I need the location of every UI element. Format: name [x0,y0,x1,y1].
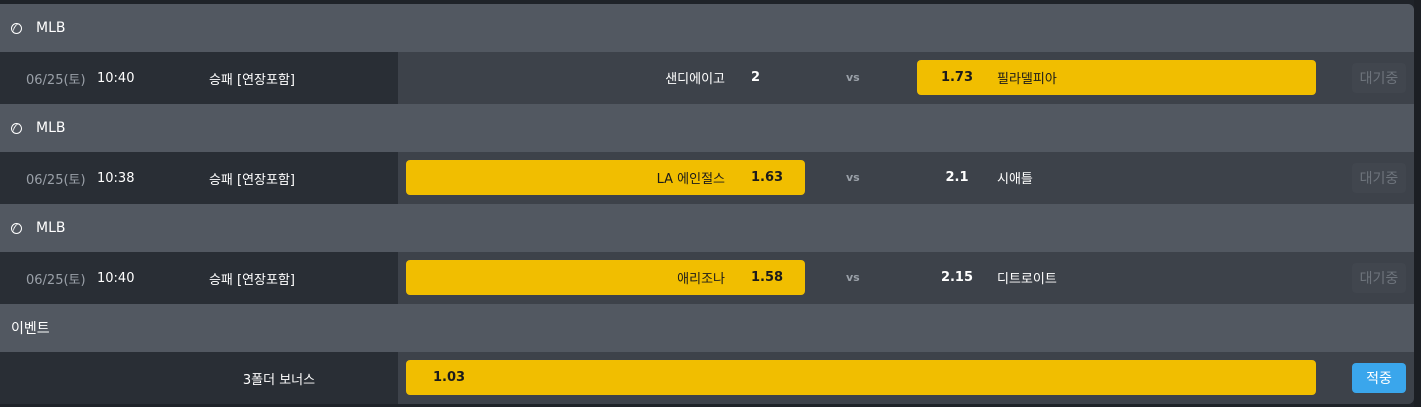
baseball-icon [11,222,22,234]
home-odd: 2 [751,70,761,85]
bonus-label: 3폴더 보너스 [242,372,316,388]
match-info: 06/25(토) 10:40 승패 [연장포함] [0,52,398,104]
match-time: 10:40 [97,70,135,86]
match-time: 10:40 [97,270,135,286]
baseball-icon [11,22,22,34]
match-date: 06/25(토) [26,272,86,288]
league-name: MLB [36,20,66,36]
match-row: 06/25(토) 10:40 승패 [연장포함] 애리조나 1.58 vs 2.… [0,252,1414,304]
odds-area: 샌디에이고 2 vs 1.73 필라델피아 대기중 [398,52,1414,104]
event-header: 이벤트 [0,304,1414,352]
away-odds-button[interactable]: 2.1 시애틀 [917,160,1316,195]
market-type: 승패 [연장포함] [208,172,296,188]
odds-area: LA 에인절스 1.63 vs 2.1 시애틀 대기중 [398,152,1414,204]
away-team-name: 디트로이트 [997,272,1057,287]
home-odds-button[interactable]: LA 에인절스 1.63 [406,160,805,195]
home-odd: 1.58 [751,270,784,285]
league-header: MLB [0,4,1414,52]
bonus-odd: 1.03 [433,370,466,385]
home-odd: 1.63 [751,170,784,185]
away-odd: 2.1 [945,170,969,185]
match-info: 06/25(토) 10:38 승패 [연장포함] [0,152,398,204]
match-info: 06/25(토) 10:40 승패 [연장포함] [0,252,398,304]
apply-button[interactable]: 적중 [1352,363,1406,393]
match-date: 06/25(토) [26,72,86,88]
away-odds-button[interactable]: 2.15 디트로이트 [917,260,1316,295]
home-team-name: 애리조나 [677,272,725,287]
match-row: 06/25(토) 10:38 승패 [연장포함] LA 에인절스 1.63 vs… [0,152,1414,204]
odds-area: 애리조나 1.58 vs 2.15 디트로이트 대기중 [398,252,1414,304]
match-row: 06/25(토) 10:40 승패 [연장포함] 샌디에이고 2 vs 1.73… [0,52,1414,104]
home-odds-button[interactable]: 애리조나 1.58 [406,260,805,295]
bonus-row: 3폴더 보너스 1.03 적중 [0,352,1414,404]
status-badge: 대기중 [1352,63,1406,93]
market-type: 승패 [연장포함] [208,272,296,288]
away-team-name: 시애틀 [997,172,1033,187]
vs-label: vs [846,271,860,284]
home-odds-button[interactable]: 샌디에이고 2 [406,60,805,95]
status-badge: 대기중 [1352,163,1406,193]
league-name: MLB [36,220,66,236]
bonus-odd-bar: 1.03 [406,360,1316,395]
market-type: 승패 [연장포함] [208,72,296,88]
scrollbar[interactable] [1414,0,1421,407]
away-odd: 2.15 [940,270,974,285]
home-team-name: LA 에인절스 [656,172,725,187]
vs-label: vs [846,71,860,84]
bonus-info: 3폴더 보너스 [0,352,398,404]
league-header: MLB [0,104,1414,152]
baseball-icon [11,122,22,134]
home-team-name: 샌디에이고 [665,72,725,87]
odds-area: 1.03 적중 [398,352,1414,404]
away-odds-button[interactable]: 1.73 필라델피아 [917,60,1316,95]
league-name: MLB [36,120,66,136]
vs-label: vs [846,171,860,184]
league-header: MLB [0,204,1414,252]
match-time: 10:38 [97,170,135,186]
bet-slip-panel: MLB 06/25(토) 10:40 승패 [연장포함] 샌디에이고 2 vs … [0,4,1414,404]
away-odd: 1.73 [940,70,974,85]
away-team-name: 필라델피아 [997,72,1057,87]
match-date: 06/25(토) [26,172,86,188]
status-badge: 대기중 [1352,263,1406,293]
event-title: 이벤트 [11,321,50,337]
